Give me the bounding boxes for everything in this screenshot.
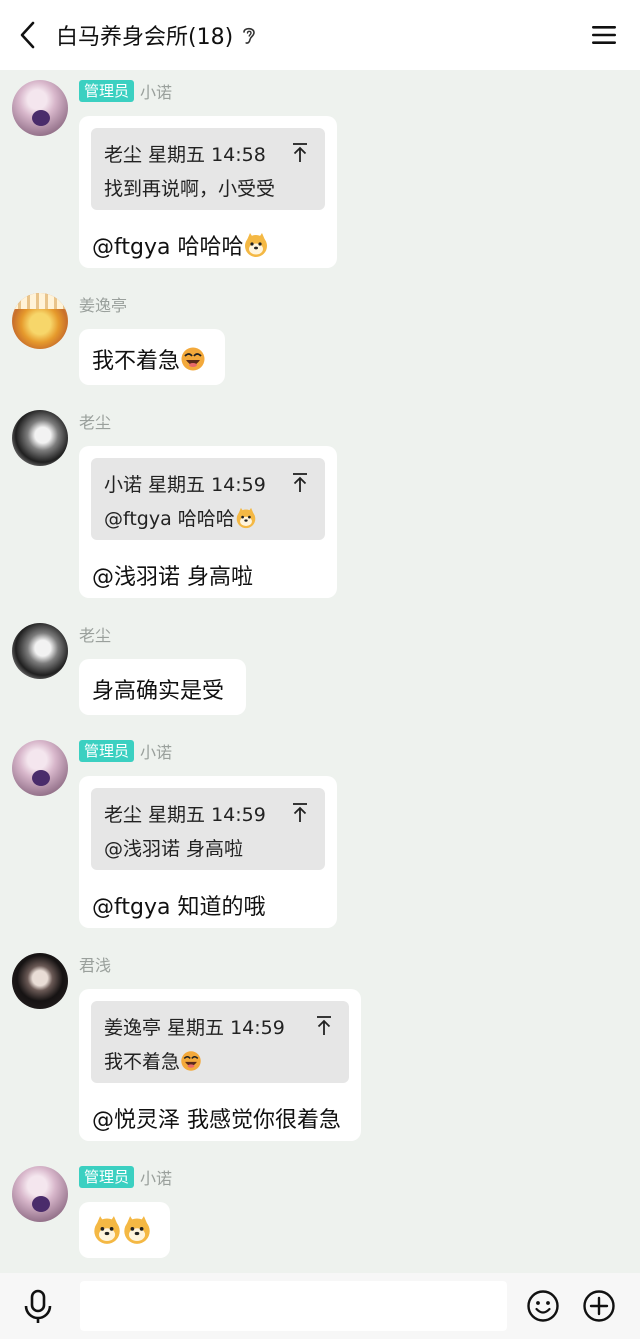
message-text: @ftgya 知道的哦: [92, 895, 266, 920]
laugh-emoji-icon: [181, 347, 205, 371]
message-bubble[interactable]: 老尘 星期五 14:59 @浅羽诺 身高啦 @ftgya 知道的哦: [79, 776, 337, 928]
message-text: @浅羽诺 身高啦: [92, 565, 253, 590]
sender-name: 姜逸亭: [79, 296, 128, 315]
quote-text: @ftgya 哈哈哈: [104, 508, 235, 530]
chat-title: 白马养身会所(18): [56, 25, 234, 50]
message-text: @ftgya 哈哈哈: [92, 235, 244, 260]
quote-text: 我不着急: [104, 1051, 181, 1073]
quoted-message[interactable]: 姜逸亭 星期五 14:59 我不着急: [91, 1001, 349, 1083]
sender-name: 老尘: [79, 626, 112, 645]
microphone-icon[interactable]: [22, 1289, 54, 1325]
message-text: 我不着急: [92, 349, 181, 374]
quote-header: 姜逸亭 星期五 14:59: [104, 1017, 285, 1039]
jump-to-original-icon[interactable]: [291, 802, 309, 824]
doge-emoji-icon: [236, 507, 256, 529]
laugh-emoji-icon: [181, 1051, 201, 1071]
composer-bar: [0, 1273, 640, 1339]
avatar[interactable]: [12, 740, 68, 796]
message-text-wrap: @ftgya 哈哈哈: [92, 229, 269, 261]
doge-emoji-icon: [245, 233, 268, 257]
message-bubble[interactable]: 老尘 星期五 14:58 找到再说啊，小受受 @ftgya 哈哈哈: [79, 116, 337, 268]
admin-badge: 管理员: [79, 1166, 135, 1188]
sender-name: 君浅: [79, 956, 112, 975]
quoted-message[interactable]: 老尘 星期五 14:58 找到再说啊，小受受: [91, 128, 325, 210]
message-bubble[interactable]: 身高确实是受: [79, 659, 246, 715]
quote-header: 老尘 星期五 14:58: [104, 144, 266, 166]
avatar[interactable]: [12, 410, 68, 466]
message-text: 身高确实是受: [92, 679, 225, 704]
quote-header: 小诺 星期五 14:59: [104, 474, 266, 496]
message-input[interactable]: [80, 1281, 507, 1331]
quote-text: @浅羽诺 身高啦: [104, 838, 244, 860]
message-bubble[interactable]: 我不着急: [79, 329, 225, 385]
ear-icon[interactable]: [241, 24, 257, 46]
jump-to-original-icon[interactable]: [291, 472, 309, 494]
back-button[interactable]: [2, 0, 54, 70]
sender-name: 小诺: [140, 1169, 173, 1188]
chevron-left-icon: [20, 21, 35, 49]
doge-emoji-icon: [94, 1216, 120, 1244]
message-bubble[interactable]: 小诺 星期五 14:59 @ftgya 哈哈哈 @浅羽诺 身高啦: [79, 446, 337, 598]
menu-button[interactable]: [590, 21, 618, 49]
message-bubble[interactable]: [79, 1202, 170, 1258]
avatar[interactable]: [12, 293, 68, 349]
message-text-wrap: 我不着急: [92, 343, 206, 375]
quote-text-wrap: @ftgya 哈哈哈: [104, 504, 257, 531]
hamburger-menu-icon: [592, 26, 616, 44]
plus-circle-icon[interactable]: [582, 1289, 616, 1323]
chat-header: 白马养身会所(18): [0, 0, 640, 70]
message-list[interactable]: 管理员 小诺 老尘 星期五 14:58 找到再说啊，小受受 @ftgya 哈哈哈…: [0, 70, 640, 1273]
admin-badge: 管理员: [79, 80, 135, 102]
sender-name: 小诺: [140, 743, 173, 762]
admin-badge: 管理员: [79, 740, 135, 762]
message-text-wrap: [92, 1215, 152, 1247]
sender-name: 小诺: [140, 83, 173, 102]
message-text: @悦灵泽 我感觉你很着急: [92, 1108, 341, 1133]
quote-text: 找到再说啊，小受受: [104, 178, 276, 200]
quoted-message[interactable]: 老尘 星期五 14:59 @浅羽诺 身高啦: [91, 788, 325, 870]
quote-text-wrap: 我不着急: [104, 1047, 202, 1074]
emoji-icon[interactable]: [526, 1289, 560, 1323]
message-bubble[interactable]: 姜逸亭 星期五 14:59 我不着急 @悦灵泽 我感觉你很着急: [79, 989, 361, 1141]
quote-header: 老尘 星期五 14:59: [104, 804, 266, 826]
jump-to-original-icon[interactable]: [291, 142, 309, 164]
jump-to-original-icon[interactable]: [315, 1015, 333, 1037]
avatar[interactable]: [12, 1166, 68, 1222]
quoted-message[interactable]: 小诺 星期五 14:59 @ftgya 哈哈哈: [91, 458, 325, 540]
sender-name: 老尘: [79, 413, 112, 432]
avatar[interactable]: [12, 953, 68, 1009]
avatar[interactable]: [12, 623, 68, 679]
doge-emoji-icon: [124, 1216, 150, 1244]
avatar[interactable]: [12, 80, 68, 136]
